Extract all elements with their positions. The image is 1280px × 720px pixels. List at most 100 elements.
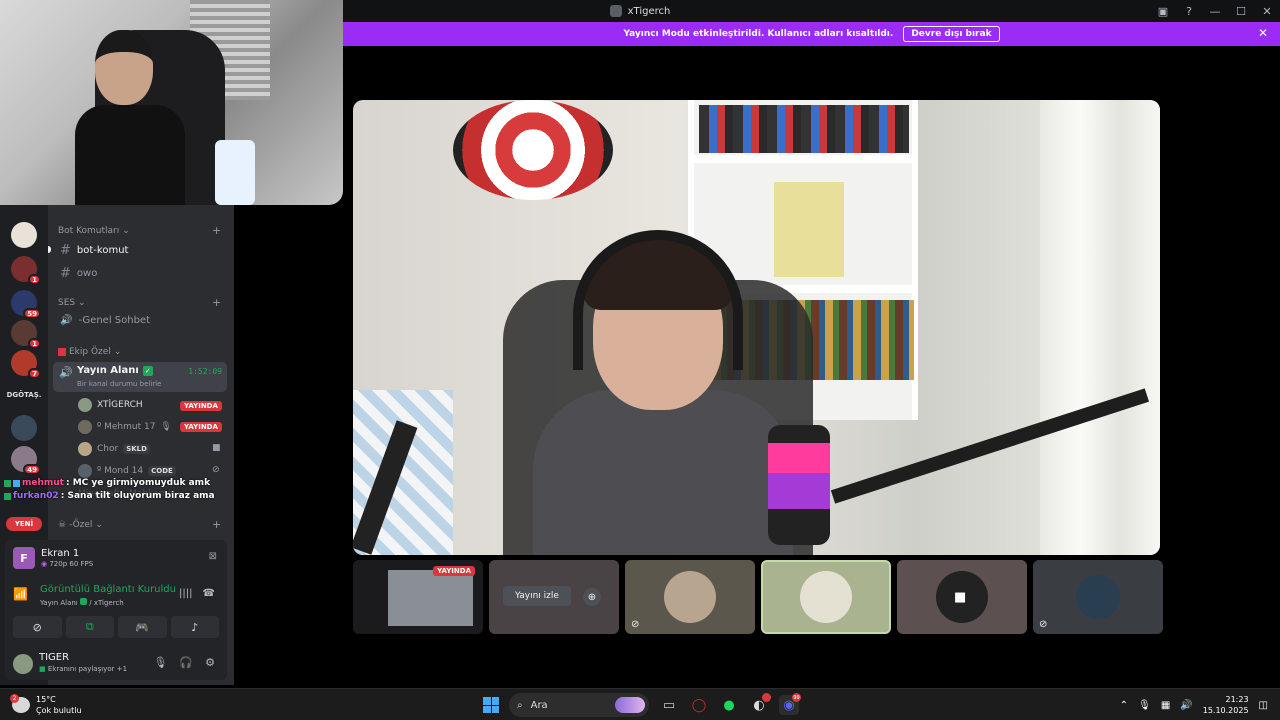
connection-channel[interactable]: Yayın Alanı / xTigerch — [40, 598, 124, 607]
category-ozel[interactable]: ☠ -Özel ⌄ — [58, 520, 103, 530]
camera-off-button[interactable]: ⊘ — [13, 616, 62, 638]
close-button[interactable]: ✕ — [1254, 0, 1280, 22]
category-bot-commands[interactable]: Bot Komutları ⌄ — [58, 226, 130, 236]
taskbar-search[interactable]: ⌕ Ara — [509, 693, 649, 717]
server-icon[interactable]: 7 — [11, 350, 41, 379]
obs-icon[interactable]: ◐ — [749, 693, 771, 715]
chat-line: mehmut : MC ye girmiyomuyduk amk — [4, 478, 234, 488]
add-channel-icon[interactable]: + — [212, 224, 221, 237]
voice-channel-yayin-alani[interactable]: 🔊 Yayın Alanı ✓ 1:52:09 Bir kanal durumu … — [53, 362, 227, 392]
connection-channel-name: Yayın Alanı — [40, 599, 78, 607]
checkmark-icon — [80, 598, 87, 605]
server-text-icon[interactable]: DGÖTAŞ. — [5, 391, 43, 399]
add-channel-icon[interactable]: + — [212, 296, 221, 309]
server-icon[interactable]: 49 — [11, 446, 41, 475]
weather-widget[interactable]: 2 15°C Çok bulutlu — [10, 694, 82, 716]
discord-icon[interactable]: ◉ 99 — [779, 693, 801, 715]
speaker-icon: 🔊 — [60, 315, 73, 326]
microphone-tray-icon[interactable]: 🎙 — [1138, 700, 1151, 711]
network-icon[interactable]: ▦ — [1161, 700, 1170, 711]
headphones-icon[interactable]: 🎧 — [179, 656, 193, 669]
activities-button[interactable]: 🎮 — [118, 616, 167, 638]
streamer-mode-banner: Yayıncı Modu etkinleştirildi. Kullanıcı … — [343, 22, 1280, 46]
discord-app: xTigerch ▣ ? — ☐ ✕ Yayıncı Modu etkinleş… — [0, 0, 1280, 720]
microphone-icon[interactable]: 🎙 — [153, 656, 167, 669]
channel-bot-komut[interactable]: # bot-komut — [60, 243, 128, 258]
clock[interactable]: 21:23 15.10.2025 — [1203, 694, 1249, 716]
watch-stream-button[interactable]: Yayını izle — [503, 586, 571, 606]
checkmark-icon: ✓ — [142, 365, 153, 376]
settings-gear-icon[interactable]: ⚙ — [205, 656, 215, 669]
voice-user-name: XTİGERCH — [97, 400, 143, 410]
windows-start-icon[interactable] — [483, 697, 499, 713]
rgb-microphone — [768, 425, 830, 545]
banner-close-icon[interactable]: ✕ — [1258, 26, 1268, 40]
stream-preview[interactable]: F Ekran 1 ◉ 720p 60 FPS ⊠ — [13, 547, 219, 571]
soundboard-button[interactable]: ♪ — [170, 616, 219, 638]
figures — [699, 105, 909, 153]
server-icon[interactable] — [11, 222, 37, 248]
hashtag-icon: # — [60, 243, 71, 258]
hashtag-icon: # — [60, 266, 71, 281]
notification-badge: 2 — [10, 694, 19, 703]
inbox-icon[interactable]: ▣ — [1150, 0, 1176, 22]
category-label: Ekip Özel — [69, 347, 111, 357]
call-controls: ⊘ ⧉ 🎮 ♪ — [13, 616, 219, 638]
voice-user-name: º Mond 14 — [97, 466, 144, 476]
category-ekip-ozel[interactable]: Ekip Özel ⌄ — [58, 347, 121, 357]
screen-share-button[interactable]: ⧉ — [65, 616, 114, 638]
channel-owo[interactable]: # owo — [60, 266, 97, 281]
noise-suppression-icon[interactable]: |||| — [179, 588, 192, 599]
pop-out-icon[interactable]: ⊕ — [583, 588, 601, 606]
voice-user[interactable]: XTİGERCH — [78, 398, 143, 412]
voice-user[interactable]: º Mond 14 CODE — [78, 464, 176, 478]
tile-participant[interactable]: ⊘ — [1033, 560, 1163, 634]
disable-streamer-mode-button[interactable]: Devre dışı bırak — [903, 26, 1000, 42]
new-servers-pill[interactable]: YENİ — [6, 517, 42, 531]
signal-icon[interactable]: 📶 — [13, 587, 28, 601]
tile-participant[interactable]: ■ — [897, 560, 1027, 634]
window-title: xTigerch — [609, 5, 670, 17]
chevron-down-icon: ⌄ — [113, 347, 122, 357]
chevron-up-icon[interactable]: ⌃ — [1120, 700, 1128, 711]
add-channel-icon[interactable]: + — [212, 518, 221, 531]
tile-stream-preview[interactable]: YAYINDA — [353, 560, 483, 634]
avatar — [664, 571, 716, 623]
streamer — [503, 220, 813, 555]
current-user[interactable]: TIGER ■ Ekranını paylaşıyor +1 🎙 🎧 ⚙ — [13, 652, 219, 678]
task-view-icon[interactable]: ▭ — [659, 695, 679, 715]
server-icon[interactable] — [11, 415, 37, 441]
server-icon[interactable]: 59 — [11, 290, 41, 319]
stream-avatar: F — [13, 547, 35, 569]
spotify-icon[interactable]: ● — [719, 695, 739, 715]
minimize-button[interactable]: — — [1202, 0, 1228, 22]
voice-user-name: Chor — [97, 444, 119, 454]
voice-channel-genel-sohbet[interactable]: 🔊 -Genel Sohbet — [60, 315, 150, 326]
notifications-icon[interactable]: ◫ — [1259, 700, 1268, 711]
category-label: SES — [58, 298, 76, 308]
voice-user[interactable]: Chor SKLD — [78, 442, 150, 456]
badge-icon — [13, 479, 20, 487]
chevron-down-icon: ⌄ — [122, 226, 130, 236]
chat-message: : MC ye girmiyomuyduk amk — [65, 478, 211, 488]
help-icon[interactable]: ? — [1176, 0, 1202, 22]
user-panel: F Ekran 1 ◉ 720p 60 FPS ⊠ 📶 Görüntülü Ba… — [5, 540, 227, 680]
stop-stream-icon[interactable]: ⊠ — [209, 551, 217, 562]
discord-badge: 99 — [792, 693, 801, 702]
category-ses[interactable]: SES ⌄ — [58, 298, 86, 308]
voice-user[interactable]: º Mehmut 17 🎙 — [78, 420, 172, 434]
server-icon[interactable]: 1 — [11, 256, 41, 285]
tile-participant[interactable]: ⊘ — [625, 560, 755, 634]
user-name: TIGER — [39, 652, 70, 663]
main-stream-video[interactable] — [353, 100, 1160, 555]
mention-badge: 49 — [23, 464, 41, 475]
server-icon[interactable]: 1 — [11, 320, 41, 349]
maximize-button[interactable]: ☐ — [1228, 0, 1254, 22]
connection-status: Görüntülü Bağlantı Kuruldu — [40, 584, 176, 595]
disconnect-icon[interactable]: ☎ — [203, 588, 215, 599]
volume-icon[interactable]: 🔊 — [1180, 700, 1192, 711]
opera-gx-icon[interactable]: ◯ — [689, 695, 709, 715]
channel-status[interactable]: Bir kanal durumu belirle — [77, 380, 161, 388]
chat-message: : Sana tilt oluyorum biraz ama — [60, 491, 215, 501]
tile-participant-selected[interactable] — [761, 560, 891, 634]
